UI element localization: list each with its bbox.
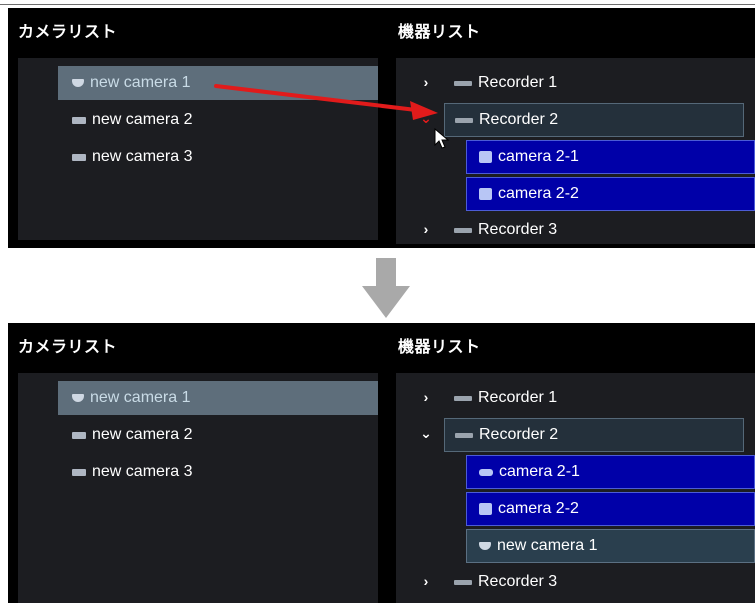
camera-list-item-label: new camera 1 (90, 74, 191, 91)
camera-list-item-label: new camera 2 (92, 111, 193, 128)
recorder-icon (455, 117, 473, 123)
camera-list-item-new-camera-2[interactable]: new camera 2 (58, 418, 378, 452)
device-list-item-recorder-1[interactable]: Recorder 1 (444, 381, 744, 415)
camera-list-item-new-camera-3[interactable]: new camera 3 (58, 140, 378, 174)
device-list-item-recorder-2[interactable]: Recorder 2 (444, 418, 744, 452)
camera-label: camera 2-2 (498, 185, 579, 202)
recorder-label: Recorder 2 (479, 426, 559, 443)
device-list: › Recorder 1 ⌄ Recorder 2 camera 2-1 cam… (396, 373, 755, 603)
box-camera-icon (72, 431, 86, 439)
recorder-label: Recorder 2 (479, 111, 559, 128)
device-list-item-camera-2-1[interactable]: camera 2-1 (466, 455, 755, 489)
collapse-chevron-icon[interactable]: ⌄ (418, 110, 434, 127)
recorder-label: Recorder 1 (478, 74, 558, 91)
camera-list-title: カメラリスト (18, 339, 118, 356)
recorder-icon (454, 395, 472, 401)
top-divider (0, 4, 755, 5)
camera-label: new camera 1 (497, 537, 598, 554)
device-list-item-camera-2-1[interactable]: camera 2-1 (466, 140, 755, 174)
expand-chevron-icon[interactable]: › (418, 573, 434, 589)
box-camera-icon (72, 153, 86, 161)
device-list-title: 機器リスト (398, 339, 481, 356)
camera-list-title: カメラリスト (18, 24, 118, 41)
after-panel: カメラリスト 機器リスト new camera 1 new camera 2 n… (8, 323, 755, 603)
bullet-camera-icon (479, 468, 493, 476)
camera-list-item-label: new camera 2 (92, 426, 193, 443)
device-list-item-recorder-2[interactable]: Recorder 2 (444, 103, 744, 137)
box-camera-icon (72, 468, 86, 476)
ptz-camera-icon (479, 188, 492, 200)
device-list-item-recorder-3[interactable]: Recorder 3 (444, 213, 744, 247)
dome-camera-icon (72, 79, 84, 87)
camera-list-item-label: new camera 3 (92, 463, 193, 480)
device-list-item-recorder-3[interactable]: Recorder 3 (444, 565, 744, 599)
camera-label: camera 2-1 (498, 148, 579, 165)
recorder-label: Recorder 3 (478, 573, 558, 590)
recorder-icon (454, 80, 472, 86)
camera-label: camera 2-1 (499, 463, 580, 480)
ptz-camera-icon (479, 503, 492, 515)
device-list-item-recorder-1[interactable]: Recorder 1 (444, 66, 744, 100)
camera-list-item-new-camera-2[interactable]: new camera 2 (58, 103, 378, 137)
camera-list: new camera 1 new camera 2 new camera 3 (18, 373, 378, 603)
box-camera-icon (72, 116, 86, 124)
device-list-item-new-camera-1[interactable]: new camera 1 (466, 529, 755, 563)
recorder-icon (454, 579, 472, 585)
recorder-icon (454, 227, 472, 233)
before-panel: カメラリスト 機器リスト new camera 1 new camera 2 n… (8, 8, 755, 248)
camera-list-item-new-camera-1[interactable]: new camera 1 (58, 381, 378, 415)
camera-list-item-label: new camera 1 (90, 389, 191, 406)
device-list: › Recorder 1 ⌄ Recorder 2 camera 2-1 cam… (396, 58, 755, 244)
expand-chevron-icon[interactable]: › (418, 221, 434, 237)
expand-chevron-icon[interactable]: › (418, 74, 434, 90)
device-list-title: 機器リスト (398, 24, 481, 41)
down-arrow-icon (362, 258, 410, 318)
collapse-chevron-icon[interactable]: ⌄ (418, 425, 434, 442)
recorder-label: Recorder 1 (478, 389, 558, 406)
camera-list-item-new-camera-3[interactable]: new camera 3 (58, 455, 378, 489)
camera-list-item-label: new camera 3 (92, 148, 193, 165)
camera-label: camera 2-2 (498, 500, 579, 517)
device-list-item-camera-2-2[interactable]: camera 2-2 (466, 177, 755, 211)
recorder-label: Recorder 3 (478, 221, 558, 238)
dome-camera-icon (479, 542, 491, 550)
device-list-item-camera-2-2[interactable]: camera 2-2 (466, 492, 755, 526)
expand-chevron-icon[interactable]: › (418, 389, 434, 405)
dome-camera-icon (72, 394, 84, 402)
ptz-camera-icon (479, 151, 492, 163)
camera-list-item-new-camera-1[interactable]: new camera 1 (58, 66, 378, 100)
camera-list: new camera 1 new camera 2 new camera 3 (18, 58, 378, 240)
recorder-icon (455, 432, 473, 438)
